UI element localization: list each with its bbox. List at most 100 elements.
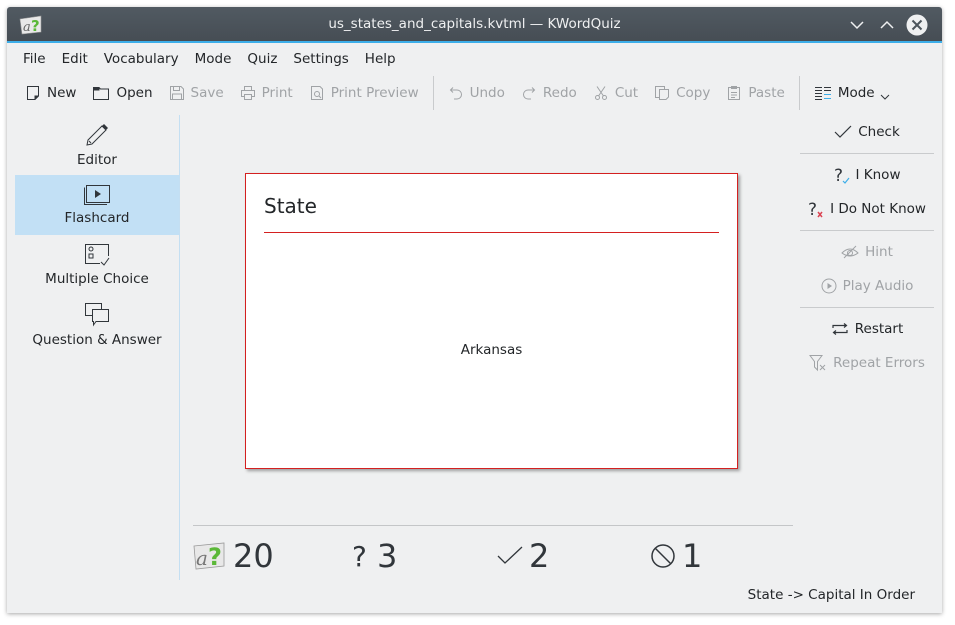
flashcard[interactable]: State Arkansas: [245, 173, 738, 469]
sidebar-divider: [179, 115, 180, 580]
save-label: Save: [190, 85, 224, 101]
mode-label: Mode: [837, 85, 875, 101]
svg-text:?: ?: [208, 543, 222, 570]
play-circle-icon: [821, 278, 837, 294]
actions-separator: [800, 153, 934, 154]
paste-label: Paste: [748, 85, 785, 101]
chevron-down-icon: [850, 21, 864, 30]
print-preview-icon: [310, 86, 323, 100]
stat-errors-value: 1: [682, 537, 703, 575]
menu-help[interactable]: Help: [357, 45, 404, 73]
redo-button[interactable]: Redo: [513, 77, 585, 109]
save-button[interactable]: Save: [161, 77, 232, 109]
paste-button[interactable]: Paste: [718, 77, 792, 109]
pencil-icon: [86, 124, 108, 146]
restart-icon: [832, 323, 848, 335]
print-button[interactable]: Print: [232, 77, 301, 109]
undo-label: Undo: [469, 85, 505, 101]
stat-errors: 1: [650, 537, 702, 575]
copy-button[interactable]: Copy: [646, 77, 718, 109]
svg-text:a: a: [196, 546, 208, 570]
menu-quiz[interactable]: Quiz: [239, 45, 285, 73]
toolbar-separator: [798, 76, 800, 110]
maximize-button[interactable]: [875, 13, 899, 37]
redo-icon: [522, 87, 536, 100]
sidebar-item-flashcard[interactable]: Flashcard: [15, 175, 179, 235]
i-know-button[interactable]: ? I Know: [800, 158, 934, 192]
hint-button[interactable]: Hint: [800, 235, 934, 269]
hint-eye-icon: [841, 245, 859, 259]
sidebar-item-editor[interactable]: Editor: [15, 115, 179, 175]
stat-total: a? 20: [193, 537, 274, 575]
play-audio-button[interactable]: Play Audio: [800, 269, 934, 303]
undo-button[interactable]: Undo: [440, 77, 513, 109]
new-label: New: [47, 85, 77, 101]
card-title: State: [264, 194, 317, 218]
chevron-up-icon: [880, 20, 894, 29]
question-x-icon: ?: [808, 200, 823, 218]
mode-dropdown-button[interactable]: Mode: [806, 77, 905, 109]
actions-separator: [800, 230, 934, 231]
i-do-not-know-button[interactable]: ? I Do Not Know: [800, 192, 934, 226]
question-mark-icon: ?: [352, 541, 367, 571]
stat-remaining-value: 3: [377, 537, 398, 575]
i-do-not-know-label: I Do Not Know: [830, 201, 926, 217]
svg-text:?: ?: [834, 166, 843, 184]
scissors-icon: [594, 86, 607, 100]
menu-settings[interactable]: Settings: [285, 45, 356, 73]
kwordquiz-total-icon: a?: [193, 542, 225, 570]
sidebar-item-label: Flashcard: [64, 210, 130, 226]
restart-button[interactable]: Restart: [800, 312, 934, 346]
new-document-icon: [27, 86, 39, 100]
sidebar-item-label: Multiple Choice: [45, 271, 149, 287]
sidebar-item-question-answer[interactable]: Question & Answer: [15, 295, 179, 355]
stat-correct-value: 2: [529, 537, 550, 575]
save-icon: [169, 86, 184, 100]
check-icon: [834, 125, 852, 138]
i-know-label: I Know: [855, 167, 901, 183]
toolbar-separator: [432, 76, 434, 110]
restart-label: Restart: [854, 321, 904, 337]
svg-text:?: ?: [808, 200, 817, 218]
app-window: a ? us_states_and_capitals.kvtml — KWord…: [7, 7, 942, 613]
check-button[interactable]: Check: [800, 115, 934, 149]
title-bar: a ? us_states_and_capitals.kvtml — KWord…: [7, 7, 942, 43]
printer-icon: [240, 86, 255, 100]
menu-vocabulary[interactable]: Vocabulary: [96, 45, 187, 73]
error-circle-icon: [651, 544, 675, 568]
close-button[interactable]: [905, 13, 929, 37]
sidebar-item-multiple-choice[interactable]: Multiple Choice: [15, 235, 179, 295]
undo-icon: [449, 87, 462, 100]
print-preview-button[interactable]: Print Preview: [301, 77, 427, 109]
window-title: us_states_and_capitals.kvtml — KWordQuiz: [328, 16, 621, 32]
open-label: Open: [116, 85, 153, 101]
close-icon: [906, 14, 928, 36]
minimize-button[interactable]: [845, 13, 869, 37]
folder-open-icon: [93, 87, 110, 100]
new-button[interactable]: New: [17, 77, 84, 109]
menu-file[interactable]: File: [15, 45, 54, 73]
cut-label: Cut: [614, 85, 639, 101]
multiple-choice-icon: [85, 244, 110, 266]
question-answer-icon: [85, 303, 109, 327]
repeat-errors-button[interactable]: Repeat Errors: [800, 346, 934, 380]
stats-divider: [193, 525, 793, 526]
open-button[interactable]: Open: [84, 77, 160, 109]
hint-label: Hint: [865, 244, 893, 260]
menu-edit[interactable]: Edit: [54, 45, 96, 73]
status-quiz-mode: State -> Capital In Order: [747, 587, 915, 603]
repeat-errors-label: Repeat Errors: [833, 355, 925, 371]
copy-label: Copy: [676, 85, 711, 101]
cut-button[interactable]: Cut: [585, 77, 646, 109]
stat-correct: 2: [497, 537, 549, 575]
stat-total-value: 20: [233, 537, 274, 575]
card-text: Arkansas: [460, 342, 523, 358]
actions-separator: [800, 307, 934, 308]
menu-mode[interactable]: Mode: [187, 45, 240, 73]
paste-icon: [728, 86, 741, 100]
check-label: Check: [858, 124, 900, 140]
sidebar-item-label: Question & Answer: [32, 332, 162, 348]
svg-text:?: ?: [352, 541, 367, 571]
mode-list-icon: [814, 87, 831, 100]
print-label: Print: [261, 85, 293, 101]
